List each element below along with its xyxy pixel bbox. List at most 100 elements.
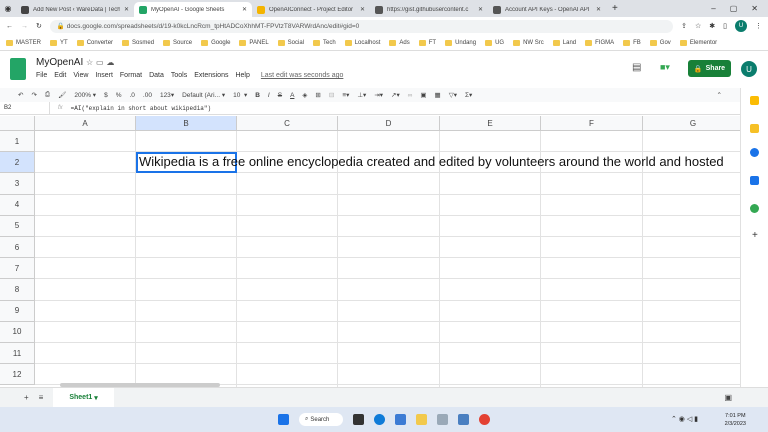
bookmark-folder[interactable]: FIGMA — [585, 39, 614, 46]
chart-icon[interactable]: ▦ — [435, 91, 441, 99]
format-select[interactable]: 123▾ — [160, 91, 174, 99]
column-header-g[interactable]: G — [643, 116, 740, 131]
file-explorer-icon[interactable] — [416, 414, 427, 425]
maps-icon[interactable] — [750, 204, 759, 213]
name-box[interactable]: B2 — [0, 102, 50, 114]
menu-help[interactable]: Help — [235, 72, 249, 79]
bookmark-folder[interactable]: Undang — [445, 39, 476, 46]
merge-icon[interactable]: ⊟ — [329, 91, 334, 99]
tab-close-icon[interactable]: ✕ — [124, 6, 129, 13]
sheets-logo[interactable] — [10, 58, 26, 80]
menu-insert[interactable]: Insert — [95, 72, 113, 79]
wrap-icon[interactable]: ⇥▾ — [374, 91, 383, 99]
row-header-12[interactable]: 12 — [0, 364, 35, 386]
borders-icon[interactable]: ⊞ — [315, 91, 320, 99]
sheet-tab[interactable]: Sheet1 ▾ — [53, 387, 114, 408]
new-tab-button[interactable]: + — [606, 3, 624, 14]
increase-decimal-button[interactable]: .00 — [143, 92, 152, 99]
browser-tab[interactable]: https://gist.githubusercontent.c ✕ — [370, 2, 488, 17]
bookmark-folder[interactable]: Tech — [313, 39, 336, 46]
row-header-9[interactable]: 9 — [0, 300, 35, 322]
bookmark-folder[interactable]: YT — [50, 39, 68, 46]
app-icon[interactable] — [458, 414, 469, 425]
link-icon[interactable]: ∞ — [408, 92, 413, 99]
menu-tools[interactable]: Tools — [171, 72, 187, 79]
browser-tab[interactable]: MyOpenAI - Google Sheets ✕ — [134, 2, 252, 17]
task-view-icon[interactable] — [353, 414, 364, 425]
row-header-3[interactable]: 3 — [0, 173, 35, 195]
windows-start-icon[interactable] — [278, 414, 289, 425]
chrome-icon[interactable] — [479, 414, 490, 425]
align-icon[interactable]: ≡▾ — [342, 91, 349, 99]
rotate-icon[interactable]: ↗▾ — [391, 91, 400, 99]
tab-close-icon[interactable]: ✕ — [478, 6, 483, 13]
more-menu-icon[interactable]: ⋮ — [755, 22, 762, 30]
document-title[interactable]: MyOpenAI ☆ ▭ ☁ — [36, 57, 114, 68]
system-tray-icons[interactable]: ⌃ ◉ ◁ ▮ — [671, 415, 698, 423]
strikethrough-button[interactable]: S — [278, 92, 282, 99]
side-panel-icon[interactable]: ▯ — [723, 22, 727, 30]
cloud-status-icon[interactable]: ☁ — [106, 58, 114, 67]
row-header-11[interactable]: 11 — [0, 343, 35, 365]
tab-close-icon[interactable]: ✕ — [596, 6, 601, 13]
bookmark-folder[interactable]: Social — [277, 39, 304, 46]
bookmark-folder[interactable]: PANEL — [239, 39, 269, 46]
collapse-toolbar-icon[interactable]: ⌃ — [717, 91, 722, 99]
add-sheet-button[interactable]: + — [24, 393, 29, 402]
share-button[interactable]: 🔒 Share — [688, 60, 731, 77]
back-icon[interactable]: ← — [6, 23, 13, 30]
browser-tab[interactable]: OpenAIConnect - Project Editor ✕ — [252, 2, 370, 17]
menu-view[interactable]: View — [73, 72, 88, 79]
bookmark-folder[interactable]: UG — [485, 39, 504, 46]
bookmark-folder[interactable]: Converter — [76, 39, 113, 46]
column-header-c[interactable]: C — [237, 116, 338, 131]
menu-data[interactable]: Data — [149, 72, 164, 79]
decrease-decimal-button[interactable]: .0 — [129, 92, 134, 99]
text-color-button[interactable]: A — [290, 92, 294, 99]
undo-icon[interactable]: ↶ — [18, 91, 23, 99]
contacts-icon[interactable] — [750, 176, 759, 185]
zoom-select[interactable]: 200% ▾ — [74, 91, 96, 99]
row-header-4[interactable]: 4 — [0, 194, 35, 216]
row-header-1[interactable]: 1 — [0, 131, 35, 153]
menu-file[interactable]: File — [36, 72, 47, 79]
fill-color-icon[interactable]: ◈ — [302, 91, 307, 99]
italic-button[interactable]: I — [268, 92, 270, 99]
star-icon[interactable]: ☆ — [86, 58, 93, 67]
bookmark-folder[interactable]: FB — [623, 39, 641, 46]
account-avatar[interactable]: U — [741, 61, 757, 77]
bookmark-folder[interactable]: FT — [418, 39, 436, 46]
currency-button[interactable]: $ — [104, 92, 108, 99]
paint-format-icon[interactable]: 🖌 — [58, 91, 66, 99]
font-select[interactable]: Default (Ari... ▾ — [182, 91, 225, 99]
reload-icon[interactable]: ↻ — [36, 22, 42, 30]
bookmark-folder[interactable]: Google — [201, 39, 230, 46]
meet-icon[interactable]: ■▾ — [660, 62, 670, 73]
percent-button[interactable]: % — [116, 92, 122, 99]
select-all-corner[interactable] — [0, 116, 35, 131]
bookmark-folder[interactable]: MASTER — [6, 39, 41, 46]
row-header-10[interactable]: 10 — [0, 321, 35, 343]
all-sheets-icon[interactable]: ≡ — [39, 393, 44, 402]
maximize-button[interactable]: ▢ — [730, 4, 738, 13]
notepad-icon[interactable] — [437, 414, 448, 425]
tab-close-icon[interactable]: ✕ — [242, 6, 247, 13]
comment-icon[interactable]: ▣ — [420, 91, 426, 99]
column-header-f[interactable]: F — [541, 116, 643, 131]
redo-icon[interactable]: ↷ — [31, 91, 36, 99]
bookmark-star-icon[interactable]: ☆ — [695, 22, 701, 30]
menu-format[interactable]: Format — [120, 72, 142, 79]
print-icon[interactable]: ⎙ — [45, 91, 50, 99]
bookmark-folder[interactable]: Ads — [389, 39, 410, 46]
row-header-2[interactable]: 2 — [0, 152, 35, 174]
url-input[interactable]: 🔒 docs.google.com/spreadsheets/d/19-k0kc… — [49, 19, 674, 33]
comments-icon[interactable]: ▤ — [632, 62, 641, 73]
column-header-b[interactable]: B — [136, 116, 237, 131]
browser-tab[interactable]: Account API Keys - OpenAI API ✕ — [488, 2, 606, 17]
taskbar-search[interactable]: ⌕ Search — [299, 413, 343, 426]
profile-avatar[interactable]: U — [735, 20, 747, 32]
tasks-icon[interactable] — [750, 148, 759, 157]
bold-button[interactable]: B — [255, 92, 260, 99]
bookmark-folder[interactable]: Gov — [649, 39, 671, 46]
last-edit-link[interactable]: Last edit was seconds ago — [261, 72, 344, 79]
